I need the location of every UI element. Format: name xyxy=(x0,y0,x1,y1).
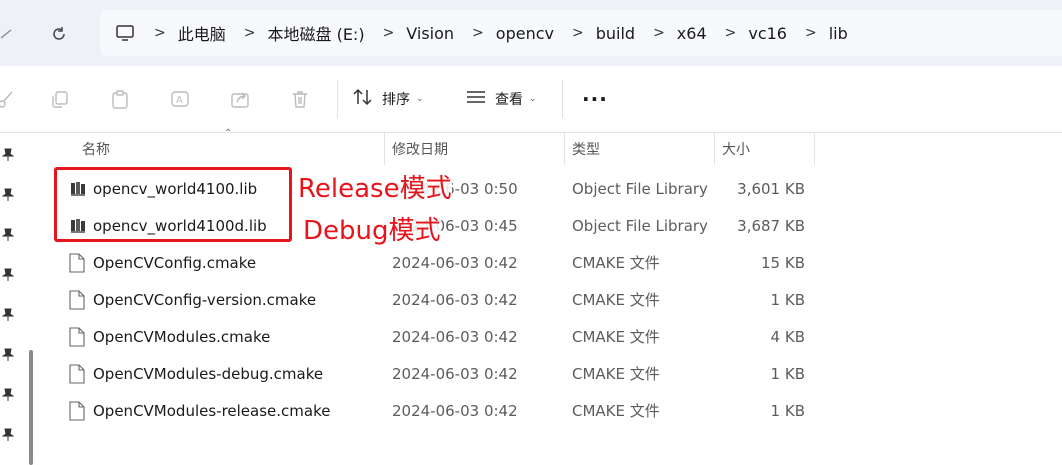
back-arrow-icon[interactable] xyxy=(0,20,20,48)
file-size: 15 KB xyxy=(761,253,805,272)
annotation-highlight-box xyxy=(54,167,292,242)
file-date: 2024-06-03 0:42 xyxy=(392,364,518,383)
file-type: CMAKE 文件 xyxy=(572,402,660,420)
file-row[interactable]: OpenCVConfig-version.cmake 2024-06-03 0:… xyxy=(60,281,820,318)
chevron-right-icon[interactable]: > xyxy=(383,25,395,41)
chevron-right-icon[interactable]: > xyxy=(805,25,817,41)
chevron-right-icon[interactable]: > xyxy=(244,25,256,41)
file-size: 3,601 KB xyxy=(737,179,805,198)
share-icon[interactable] xyxy=(228,87,252,111)
file-name: OpenCVConfig-version.cmake xyxy=(93,290,317,309)
delete-icon[interactable] xyxy=(288,87,312,111)
chevron-down-icon: ⌄ xyxy=(416,94,424,104)
file-size: 1 KB xyxy=(770,401,805,420)
pin-icon[interactable] xyxy=(1,307,16,321)
file-row[interactable]: OpenCVConfig.cmake 2024-06-03 0:42 CMAKE… xyxy=(60,244,820,281)
navigation-pane xyxy=(0,133,40,465)
file-size: 3,687 KB xyxy=(737,216,805,235)
pin-icon[interactable] xyxy=(1,427,16,441)
chevron-right-icon[interactable]: > xyxy=(472,25,484,41)
column-divider[interactable] xyxy=(564,133,565,165)
chevron-right-icon[interactable]: > xyxy=(725,25,737,41)
file-name: OpenCVConfig.cmake xyxy=(93,253,257,272)
file-type: CMAKE 文件 xyxy=(572,365,660,383)
file-size: 1 KB xyxy=(770,290,805,309)
file-type: CMAKE 文件 xyxy=(572,328,660,346)
column-header-type[interactable]: 类型 xyxy=(572,133,600,165)
breadcrumb-item[interactable]: > 此电脑 xyxy=(136,21,226,45)
file-row[interactable]: OpenCVModules.cmake 2024-06-03 0:42 CMAK… xyxy=(60,318,820,355)
toolbar-divider xyxy=(337,80,338,118)
document-file-icon xyxy=(69,327,87,347)
breadcrumb-item[interactable]: > lib xyxy=(787,24,848,43)
document-file-icon xyxy=(69,364,87,384)
annotation-release-label: Release模式 xyxy=(298,168,452,205)
pin-icon[interactable] xyxy=(1,347,16,361)
sort-ascending-icon: ⌃ xyxy=(224,128,233,139)
more-options-icon: ··· xyxy=(582,87,608,111)
column-header-name[interactable]: 名称 xyxy=(82,133,110,165)
chevron-down-icon: ⌄ xyxy=(529,94,537,104)
column-header-size[interactable]: 大小 xyxy=(722,133,750,165)
chevron-right-icon[interactable]: > xyxy=(572,25,584,41)
chevron-right-icon[interactable]: > xyxy=(653,25,665,41)
document-file-icon xyxy=(69,401,87,421)
breadcrumb-item[interactable]: > Vision xyxy=(365,24,454,43)
file-type: Object File Library xyxy=(572,216,708,235)
breadcrumb-item[interactable]: > x64 xyxy=(635,24,707,43)
column-divider[interactable] xyxy=(814,133,815,165)
paste-icon[interactable] xyxy=(108,87,132,111)
file-type: CMAKE 文件 xyxy=(572,291,660,309)
breadcrumb-item[interactable]: > 本地磁盘 (E:) xyxy=(226,21,365,45)
more-options-button[interactable]: ··· xyxy=(582,86,608,112)
vertical-scrollbar[interactable] xyxy=(29,350,33,465)
file-size: 4 KB xyxy=(770,327,805,346)
column-header-date[interactable]: 修改日期 xyxy=(392,133,448,165)
file-date: 2024-06-03 0:42 xyxy=(392,290,518,309)
file-type: Object File Library xyxy=(572,179,708,198)
address-row: > 此电脑 > 本地磁盘 (E:) > Vision > opencv > build >… xyxy=(0,0,1062,66)
command-toolbar: A 排序 ⌄ 查看 ⌄ ··· xyxy=(0,66,1062,133)
toolbar-divider xyxy=(562,80,563,118)
sort-label: 排序 xyxy=(382,92,410,108)
pin-icon[interactable] xyxy=(1,187,16,201)
document-file-icon xyxy=(69,290,87,310)
this-pc-icon[interactable] xyxy=(114,22,136,44)
view-button[interactable]: 查看 ⌄ xyxy=(465,86,537,112)
pin-icon[interactable] xyxy=(1,387,16,401)
chevron-right-icon[interactable]: > xyxy=(154,25,166,41)
file-date: 2024-06-03 0:42 xyxy=(392,401,518,420)
annotation-debug-label: Debug模式 xyxy=(303,210,441,247)
file-row[interactable]: OpenCVModules-debug.cmake 2024-06-03 0:4… xyxy=(60,355,820,392)
cut-icon[interactable] xyxy=(0,87,18,111)
rename-icon[interactable]: A xyxy=(168,87,192,111)
file-date: 2024-06-03 0:42 xyxy=(392,327,518,346)
address-bar[interactable]: > 此电脑 > 本地磁盘 (E:) > Vision > opencv > build >… xyxy=(100,10,1062,56)
pin-icon[interactable] xyxy=(1,147,16,161)
svg-text:A: A xyxy=(176,95,183,106)
pin-icon[interactable] xyxy=(1,267,16,281)
column-divider[interactable] xyxy=(384,133,385,165)
breadcrumb-item[interactable]: > build xyxy=(554,24,635,43)
breadcrumb-item[interactable]: > vc16 xyxy=(707,24,787,43)
file-type: CMAKE 文件 xyxy=(572,254,660,272)
view-list-icon xyxy=(465,87,487,111)
column-divider[interactable] xyxy=(714,133,715,165)
file-date: 2024-06-03 0:42 xyxy=(392,253,518,272)
view-label: 查看 xyxy=(495,92,523,108)
breadcrumb-item[interactable]: > opencv xyxy=(454,24,554,43)
sort-icon xyxy=(352,87,374,111)
pin-icon[interactable] xyxy=(1,227,16,241)
file-name: OpenCVModules-debug.cmake xyxy=(93,364,324,383)
file-name: OpenCVModules-release.cmake xyxy=(93,401,331,420)
file-size: 1 KB xyxy=(770,364,805,383)
file-row[interactable]: OpenCVModules-release.cmake 2024-06-03 0… xyxy=(60,392,820,429)
file-name: OpenCVModules.cmake xyxy=(93,327,271,346)
sort-button[interactable]: 排序 ⌄ xyxy=(352,86,424,112)
refresh-icon[interactable] xyxy=(45,20,73,48)
document-file-icon xyxy=(69,253,87,273)
copy-icon[interactable] xyxy=(48,87,72,111)
